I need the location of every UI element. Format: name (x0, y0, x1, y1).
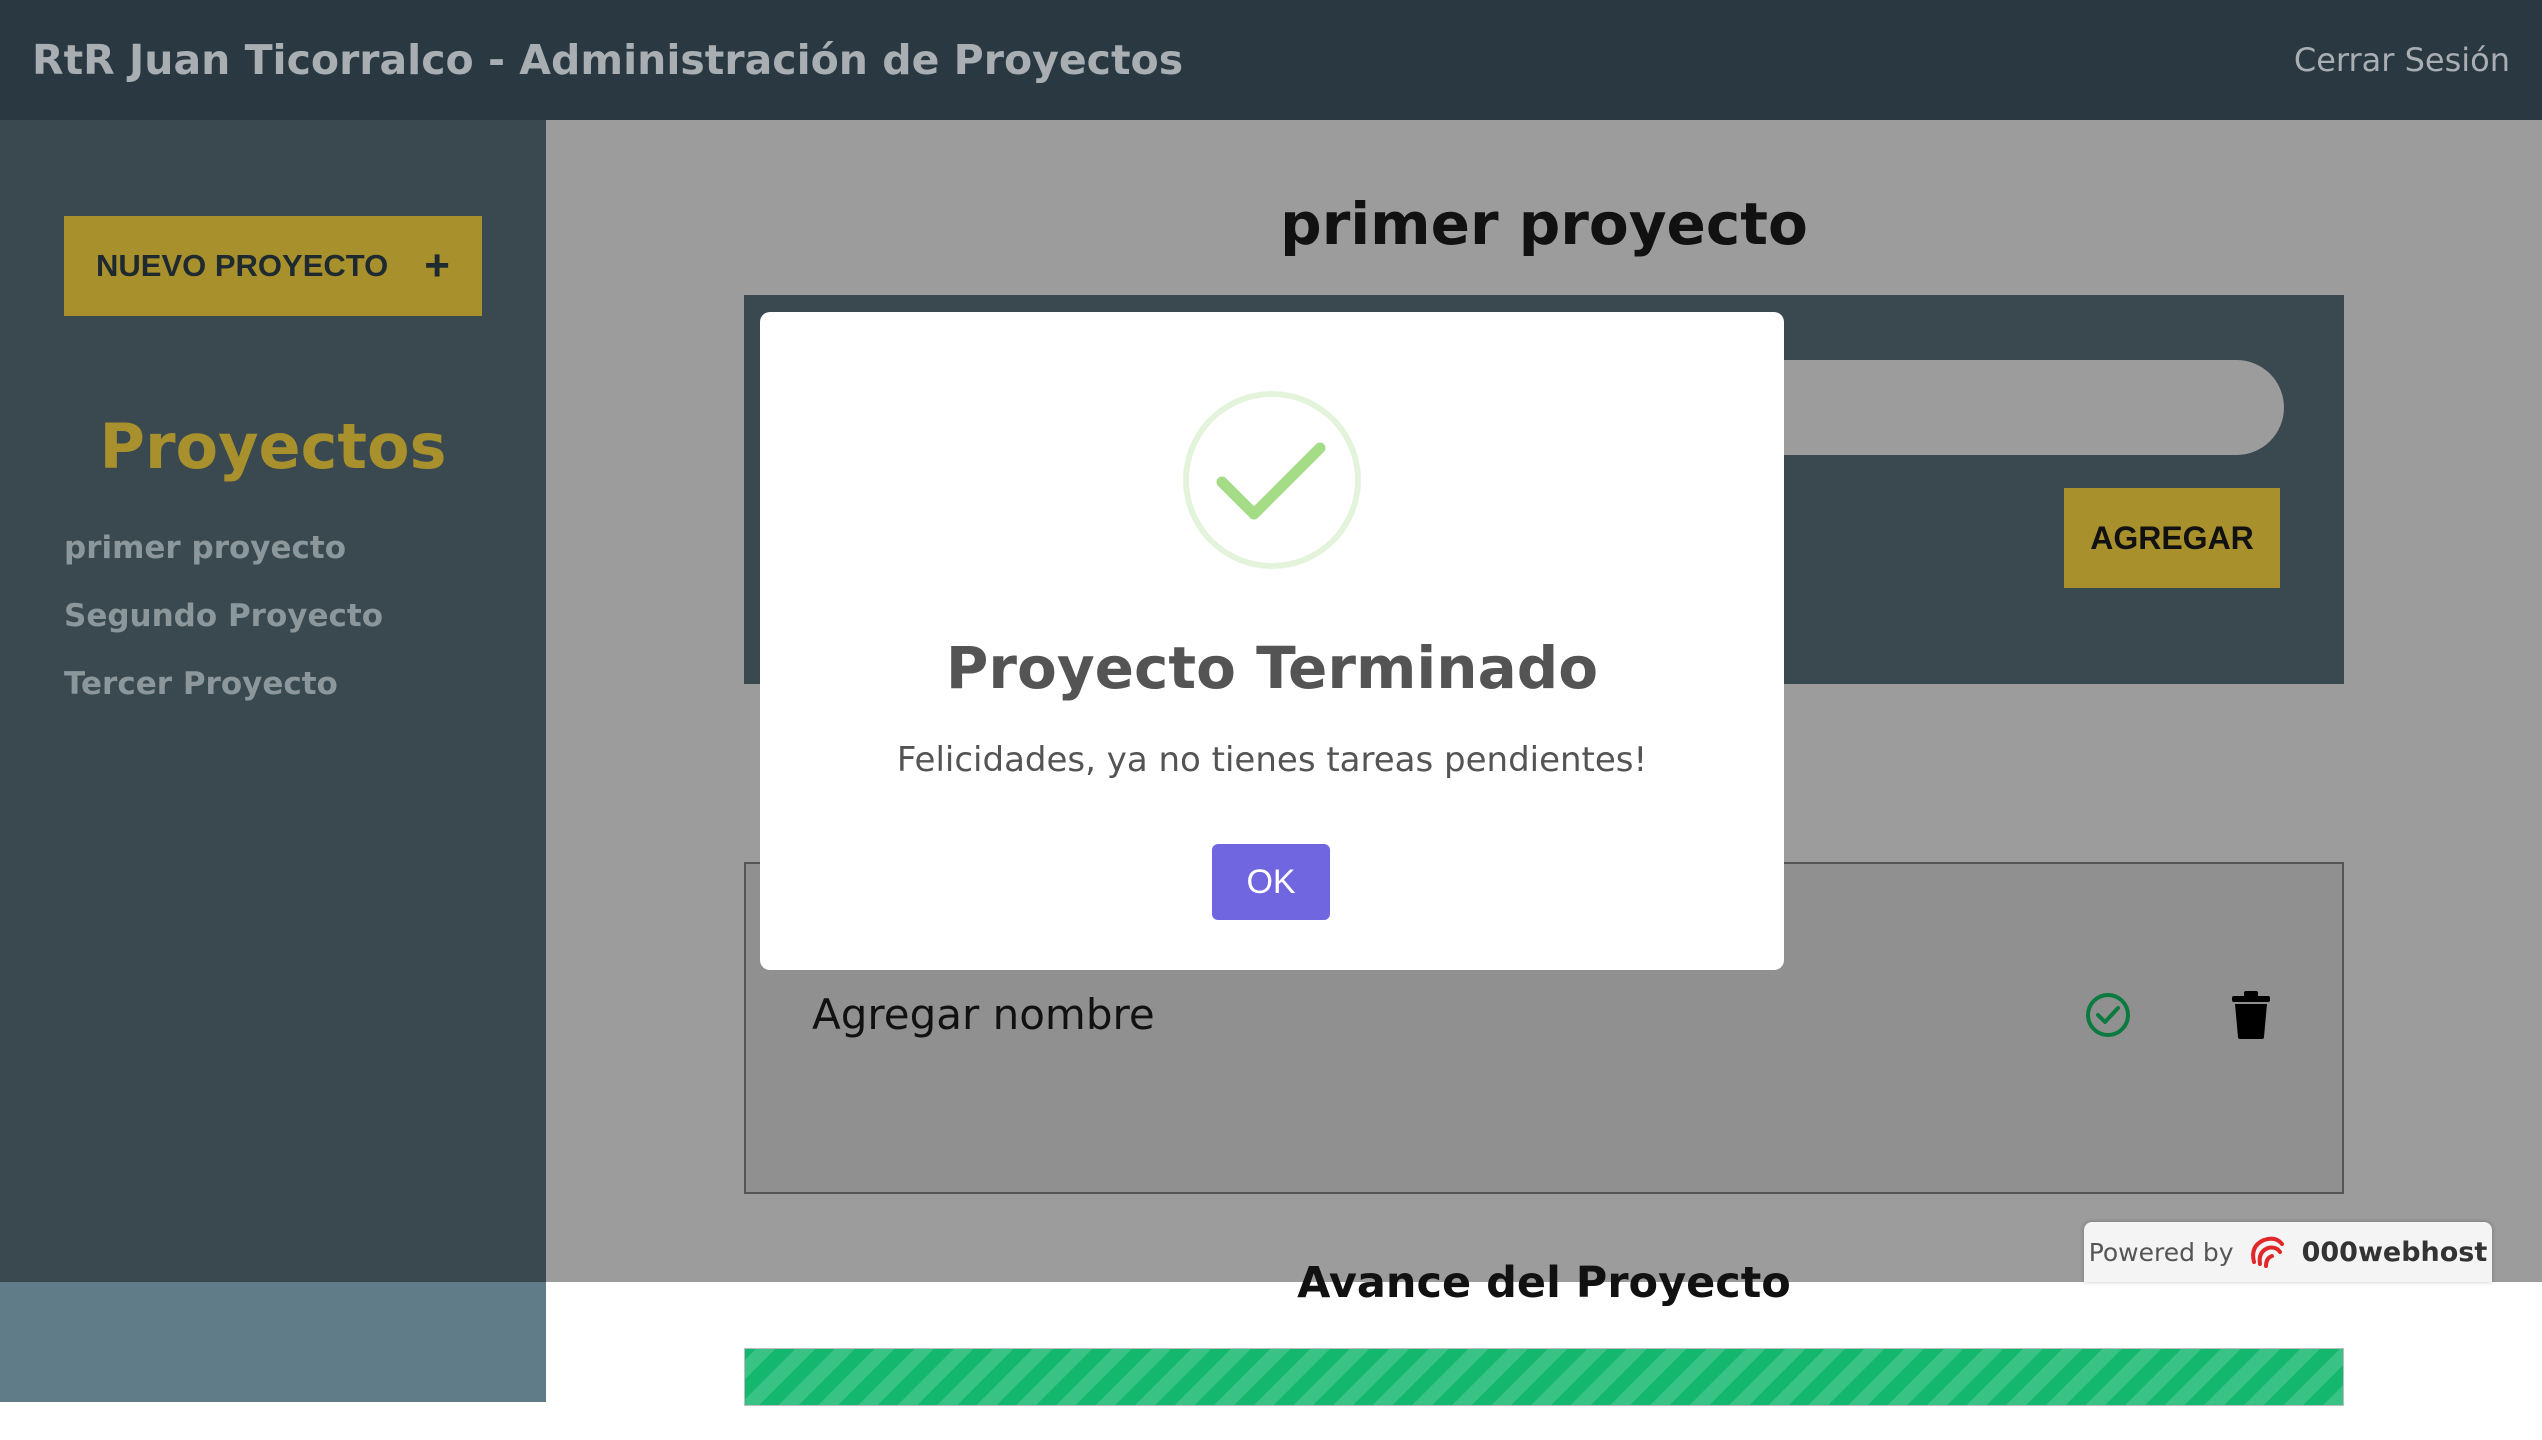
ok-button[interactable]: OK (1212, 844, 1330, 920)
success-dialog: Proyecto Terminado Felicidades, ya no ti… (760, 312, 1784, 970)
dialog-message: Felicidades, ya no tienes tareas pendien… (896, 740, 1648, 780)
success-check-icon (1183, 391, 1361, 569)
modal-overlay: Proyecto Terminado Felicidades, ya no ti… (0, 0, 2542, 1440)
dialog-title: Proyecto Terminado (945, 634, 1599, 702)
